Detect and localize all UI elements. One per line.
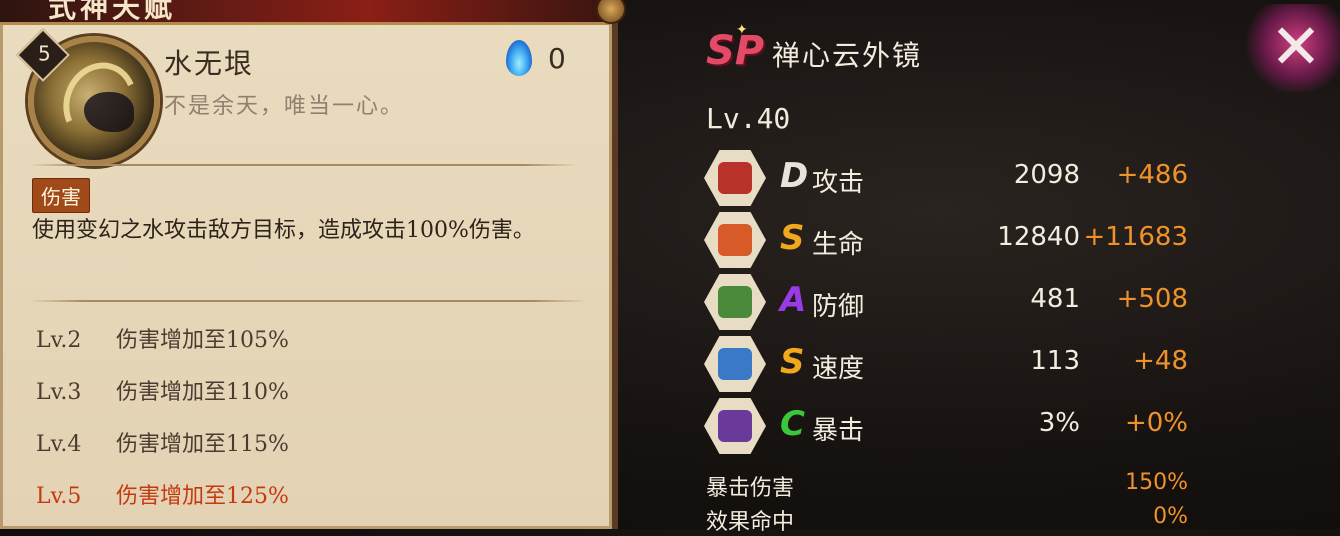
divider	[28, 300, 588, 302]
stat-grade: D	[780, 156, 809, 196]
card-header-banner: 式神天赋	[0, 0, 626, 25]
banner-title: 式神天赋	[48, 0, 177, 24]
banner-ornament-icon	[596, 0, 626, 24]
skill-description: 使用变幻之水攻击敌方目标，造成攻击100%伤害。	[32, 218, 535, 243]
stat-row-speed: S 速度 113 +48	[704, 336, 1204, 392]
extra-stat-label: 暴击伤害	[706, 476, 795, 501]
skill-name: 水无垠	[164, 47, 255, 80]
level-label: Lv.3	[36, 380, 82, 405]
stat-bonus-value: +486	[1116, 160, 1188, 190]
stat-base-value: 2098	[1013, 160, 1080, 190]
level-label: Lv.5	[36, 484, 82, 509]
level-upgrade-row-current: Lv.5 伤害增加至125%	[36, 478, 289, 510]
level-effect: 伤害增加至105%	[116, 328, 289, 353]
shikigami-name: 禅心云外镜	[772, 39, 923, 72]
stat-row-defense: A 防御 481 +508	[704, 274, 1204, 330]
level-label: Lv.4	[36, 432, 82, 457]
stat-row-health: S 生命 12840 +11683	[704, 212, 1204, 268]
health-icon	[704, 212, 766, 268]
stat-bonus-value: +508	[1116, 284, 1188, 314]
spirit-orb-icon	[506, 40, 532, 76]
level-effect: 伤害增加至110%	[116, 380, 289, 405]
stat-base-value: 481	[1030, 284, 1080, 314]
defense-icon	[704, 274, 766, 330]
level-label: Lv.2	[36, 328, 82, 353]
skill-type-tag: 伤害	[32, 178, 90, 213]
stat-name: 暴击	[812, 416, 865, 446]
skill-card: 式神天赋 5 水无垠 不是余天，唯当一心。 0 伤害 使用变幻之水攻击敌方目标，…	[0, 0, 626, 529]
skill-quote: 不是余天，唯当一心。	[164, 94, 405, 119]
stat-bonus-value: +48	[1133, 346, 1188, 376]
level-upgrade-row: Lv.4 伤害增加至115%	[36, 426, 289, 458]
stat-name: 速度	[812, 354, 865, 384]
stat-name: 攻击	[812, 168, 865, 198]
stat-row-crit: C 暴击 3% +0%	[704, 398, 1204, 454]
stat-name: 生命	[812, 230, 865, 260]
stat-bonus-value: +0%	[1124, 408, 1188, 438]
attack-icon	[704, 150, 766, 206]
stat-grade: C	[780, 404, 805, 444]
stat-bonus-value: +11683	[1083, 222, 1189, 252]
stat-grade: S	[780, 218, 805, 258]
stat-base-value: 113	[1030, 346, 1080, 376]
stat-base-value: 3%	[1038, 408, 1080, 438]
extra-stat-label: 效果命中	[706, 510, 795, 535]
shikigami-level: Lv.40	[706, 102, 791, 135]
sparkle-icon: ✦	[736, 22, 748, 38]
skill-level-value: 5	[38, 41, 51, 66]
close-icon: ✕	[1270, 10, 1322, 83]
stat-name: 防御	[812, 292, 865, 322]
crit-icon	[704, 398, 766, 454]
close-button[interactable]: ✕	[1244, 4, 1340, 92]
stat-row-attack: D 攻击 2098 +486	[704, 150, 1204, 206]
stat-grade: A	[780, 280, 807, 320]
stat-grade: S	[780, 342, 805, 382]
level-effect: 伤害增加至115%	[116, 432, 289, 457]
level-effect: 伤害增加至125%	[116, 484, 289, 509]
extra-stat-value: 0%	[1153, 504, 1188, 529]
divider	[28, 164, 578, 166]
extra-stat-value: 150%	[1125, 470, 1188, 495]
orb-cost: 0	[548, 42, 566, 75]
level-upgrade-row: Lv.3 伤害增加至110%	[36, 374, 289, 406]
speed-icon	[704, 336, 766, 392]
level-upgrade-row: Lv.2 伤害增加至105%	[36, 322, 289, 354]
stat-base-value: 12840	[997, 222, 1080, 252]
